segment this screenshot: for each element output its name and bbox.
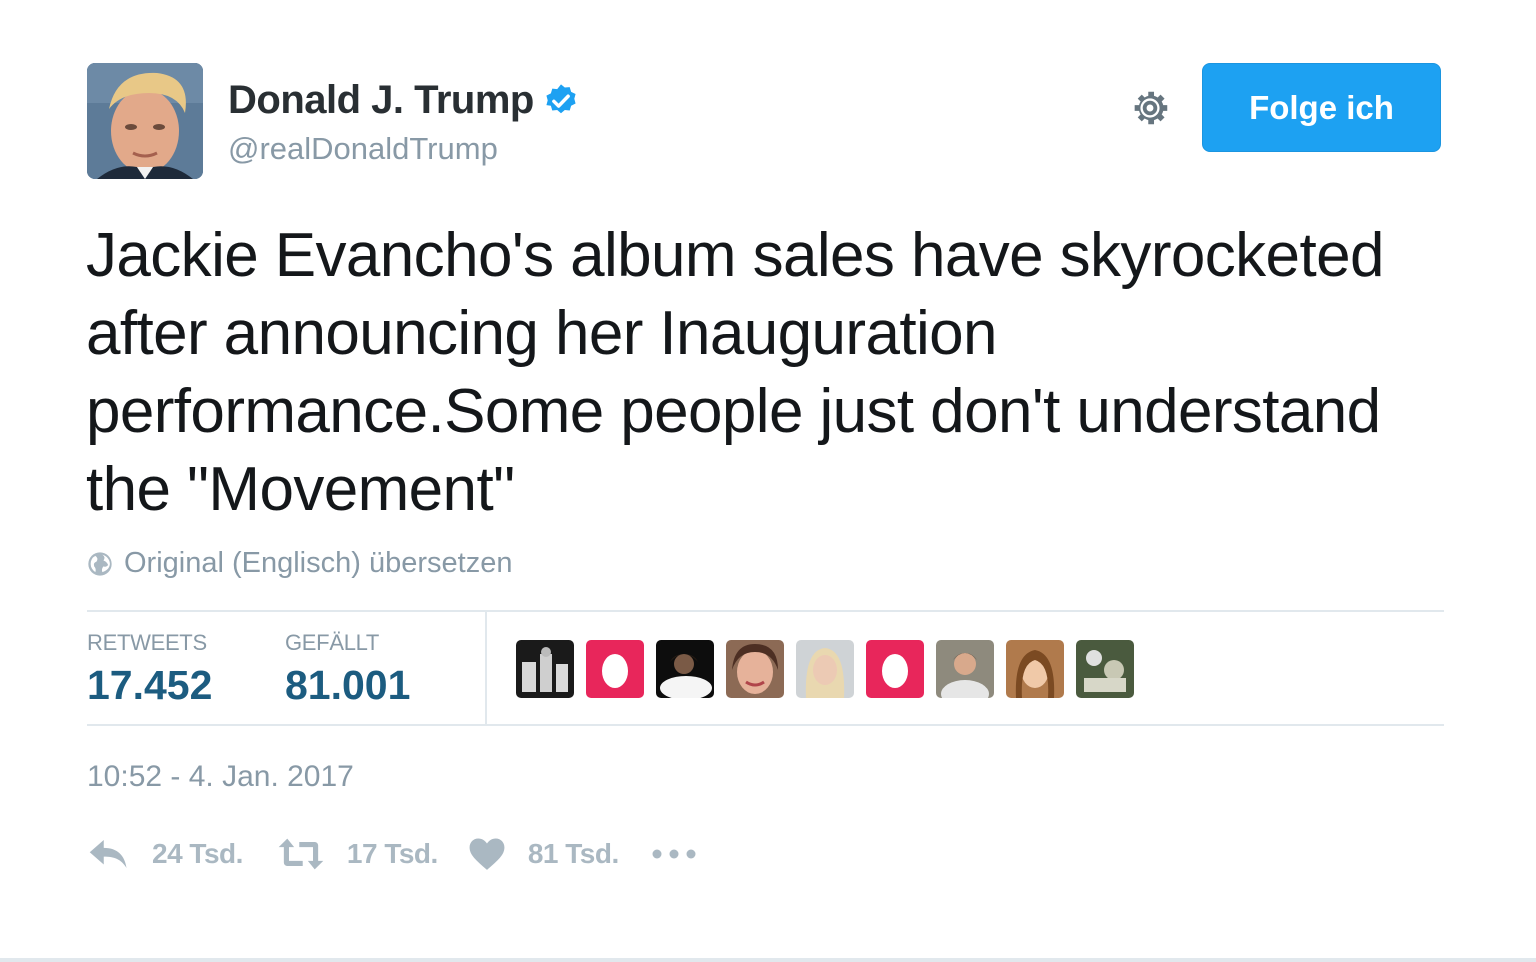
- likes-value: 81.001: [285, 662, 411, 708]
- liker-avatar[interactable]: [516, 640, 574, 698]
- stats-bottom-divider: [87, 724, 1444, 726]
- likes-stat[interactable]: GEFÄLLT 81.001: [285, 630, 410, 709]
- tweet-card: Donald J. Trump @realDonaldTrump Folge i…: [0, 0, 1536, 962]
- liker-avatar[interactable]: [1076, 640, 1134, 698]
- more-action[interactable]: [651, 847, 697, 861]
- retweets-stat[interactable]: RETWEETS 17.452: [87, 630, 212, 709]
- tweet-text-line: after announcing her Inauguration: [86, 299, 998, 368]
- like-action[interactable]: 81 Tsd.: [468, 836, 619, 872]
- reply-action[interactable]: 24 Tsd.: [88, 836, 243, 872]
- globe-icon: [88, 551, 112, 576]
- reply-count: 24 Tsd.: [152, 838, 243, 869]
- user-name-row: Donald J. Trump: [228, 78, 580, 123]
- retweet-count: 17 Tsd.: [346, 838, 438, 869]
- stats-vertical-divider: [485, 612, 487, 726]
- liker-avatar[interactable]: [796, 640, 854, 698]
- egg-avatar[interactable]: [866, 640, 924, 698]
- liker-avatar[interactable]: [1006, 640, 1064, 698]
- follow-button[interactable]: Folge ich: [1202, 63, 1441, 152]
- like-count: 81 Tsd.: [527, 838, 619, 869]
- retweet-icon: [278, 838, 324, 870]
- reply-icon: [89, 840, 127, 868]
- retweets-value: 17.452: [87, 662, 213, 708]
- stats-top-divider: [87, 610, 1444, 612]
- gear-icon[interactable]: [1127, 85, 1173, 131]
- tweet-text: Jackie Evancho's album sales have skyroc…: [86, 217, 1426, 529]
- likes-label: GEFÄLLT: [285, 630, 380, 655]
- tweet-text-line: the "Movement": [86, 455, 515, 524]
- retweets-label: RETWEETS: [87, 630, 207, 655]
- egg-avatar[interactable]: [586, 640, 644, 698]
- tweet-actions: 24 Tsd. 17 Tsd. 81 Tsd.: [88, 836, 697, 872]
- liker-avatar[interactable]: [726, 640, 784, 698]
- card-bottom-border: [0, 958, 1536, 962]
- verified-badge-icon: [546, 83, 576, 113]
- likers-avatars: [516, 640, 1134, 698]
- more-dots-icon: [652, 849, 696, 859]
- retweet-action[interactable]: 17 Tsd.: [277, 836, 438, 872]
- user-handle[interactable]: @realDonaldTrump: [228, 131, 498, 167]
- liker-avatar[interactable]: [656, 640, 714, 698]
- liker-avatar[interactable]: [936, 640, 994, 698]
- user-name[interactable]: Donald J. Trump: [228, 78, 534, 123]
- tweet-text-line: performance.Some people just don't under…: [86, 377, 1381, 446]
- tweet-text-line: Jackie Evancho's album sales have skyroc…: [86, 221, 1384, 290]
- translate-link[interactable]: Original (Englisch) übersetzen: [86, 547, 512, 580]
- profile-avatar[interactable]: [87, 63, 203, 179]
- heart-icon: [469, 838, 505, 870]
- tweet-timestamp[interactable]: 10:52 - 4. Jan. 2017: [87, 760, 354, 794]
- translate-label: Original (Englisch) übersetzen: [124, 547, 513, 579]
